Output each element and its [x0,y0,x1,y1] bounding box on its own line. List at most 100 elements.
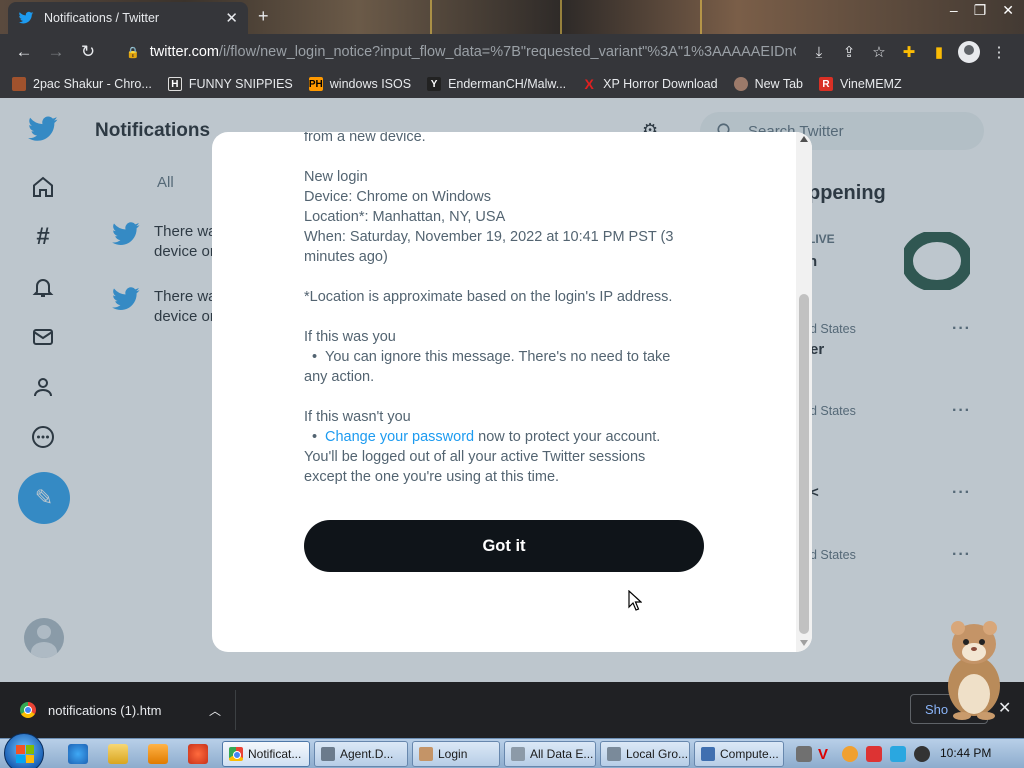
globe-favicon-icon [733,77,748,91]
side-panel-icon[interactable]: ▮ [924,37,954,67]
bookmark-item[interactable]: New Tab [733,77,803,91]
change-password-link[interactable]: Change your password [325,429,474,445]
scroll-down-arrow-icon[interactable] [800,640,808,646]
window-close-icon[interactable]: ✕ [1002,2,1014,19]
intro-text: from a new device. [304,132,426,145]
got-it-button[interactable]: Got it [304,520,704,572]
dialog-scrollbar[interactable] [796,132,812,652]
windows-flag-icon [16,745,34,763]
minimize-icon[interactable]: – [950,2,958,19]
bookmark-label: 2pac Shakur - Chro... [33,77,152,91]
when-line-cont: minutes ago) [304,249,388,265]
browser-toolbar: ← → ↻ 🔒 twitter.com /i/flow/new_login_no… [0,34,1024,70]
protect-text: now to protect your account. [474,429,661,445]
window-controls: – ❐ ✕ [950,2,1014,19]
new-login-heading: New login [304,169,368,185]
tray-v-icon[interactable]: V [818,746,834,763]
chrome-menu-kebab-icon[interactable]: ⋮ [984,37,1014,67]
h-favicon-icon: H [167,77,182,91]
taskbar-clock[interactable]: 10:44 PM [940,746,991,760]
tray-flag-icon[interactable] [866,746,882,762]
bookmark-star-icon[interactable]: ☆ [864,37,894,67]
forward-arrow-icon[interactable]: → [42,38,70,66]
bookmark-label: New Tab [754,77,803,91]
user-login-icon [419,747,433,761]
back-arrow-icon[interactable]: ← [10,38,38,66]
tray-search-icon[interactable] [842,746,858,762]
bookmark-item[interactable]: Y EndermanCH/Malw... [427,77,566,91]
start-button[interactable] [4,733,44,768]
downloads-bar: notifications (1).htm ︿ Sho ✕ [0,682,1024,738]
task-label: Agent.D... [340,747,394,761]
taskbar-task[interactable]: Compute... [694,741,784,767]
bookmark-item[interactable]: H FUNNY SNIPPIES [167,77,293,91]
browser-tab-twitter[interactable]: Notifications / Twitter ✕ [8,2,248,34]
hamster-desktop-pet-icon [948,621,1000,720]
download-item[interactable]: notifications (1).htm ︿ [10,690,236,730]
share-icon[interactable]: ⇪ [834,37,864,67]
taskbar-task[interactable]: Local Gro... [600,741,690,767]
window-app-icon [511,747,525,761]
bookmark-label: VineMEMZ [840,77,902,91]
extensions-puzzle-icon[interactable]: ✚ [894,37,924,67]
bookmark-item[interactable]: PH windows ISOS [308,77,412,91]
address-bar[interactable]: 🔒 twitter.com /i/flow/new_login_notice?i… [114,37,796,67]
bookmark-label: EndermanCH/Malw... [448,77,567,91]
location-note: *Location is approximate based on the lo… [304,289,673,305]
url-host: twitter.com [149,44,219,60]
dialog-body: from a new device. New login Device: Chr… [304,132,704,487]
window-app-icon [321,747,335,761]
ignore-text-cont: any action. [304,369,375,385]
tray-volume-icon[interactable] [914,746,930,762]
if-this-wasnt-you: If this wasn't you [304,409,411,425]
tray-app-icon[interactable] [796,746,812,762]
x-favicon-icon: X [584,76,594,92]
url-path: /i/flow/new_login_notice?input_flow_data… [219,44,796,60]
scrollbar-thumb[interactable] [799,294,809,634]
tupac-favicon-icon [12,77,26,91]
logout-text-cont: except the one you're using at this time… [304,469,560,485]
tab-close-icon[interactable]: ✕ [225,9,238,27]
chevron-up-icon[interactable]: ︿ [209,702,221,719]
task-label: Compute... [720,747,779,761]
bookmark-item[interactable]: R VineMEMZ [819,77,902,91]
internet-explorer-icon[interactable] [68,744,88,764]
bookmark-item[interactable]: 2pac Shakur - Chro... [12,77,152,91]
paint-app-icon[interactable] [188,744,208,764]
lock-icon[interactable]: 🔒 [126,46,140,59]
taskbar-task[interactable]: Agent.D... [314,741,408,767]
ignore-text: You can ignore this message. There's no … [325,349,671,365]
chrome-icon [229,747,243,761]
task-label: Local Gro... [626,747,689,761]
bookmark-label: FUNNY SNIPPIES [188,77,293,91]
task-label: All Data E... [530,747,594,761]
chrome-file-icon [20,702,36,718]
bookmark-item[interactable]: X XP Horror Download [582,76,718,92]
taskbar-task[interactable]: Login [412,741,500,767]
install-download-icon[interactable]: ⤓ [804,37,834,67]
wallpaper-streak [700,0,702,34]
tray-network-icon[interactable] [890,746,906,762]
download-filename: notifications (1).htm [48,702,162,718]
ph-favicon-icon: PH [308,77,323,91]
r-favicon-icon: R [819,77,833,91]
windows-taskbar: Notificat... Agent.D... Login All Data E… [0,733,1024,768]
media-player-icon[interactable] [148,744,168,764]
browser-tabstrip: Notifications / Twitter ✕ + – ❐ ✕ [0,0,1024,34]
reload-icon[interactable]: ↻ [74,38,102,66]
mouse-cursor-icon [628,590,642,611]
profile-avatar-icon[interactable] [954,37,984,67]
yp-favicon-icon: Y [427,77,442,91]
location-line: Location*: Manhattan, NY, USA [304,209,506,225]
restore-icon[interactable]: ❐ [974,2,987,19]
taskbar-task[interactable]: Notificat... [222,741,310,767]
scroll-up-arrow-icon[interactable] [800,136,808,142]
wallpaper-streak [560,0,562,34]
task-label: Login [438,747,468,761]
bookmark-label: windows ISOS [329,77,412,91]
logout-text: You'll be logged out of all your active … [304,449,646,465]
wallpaper-streak [430,0,432,34]
taskbar-task[interactable]: All Data E... [504,741,596,767]
file-explorer-folder-icon[interactable] [108,744,128,764]
new-tab-plus-icon[interactable]: + [258,6,269,27]
